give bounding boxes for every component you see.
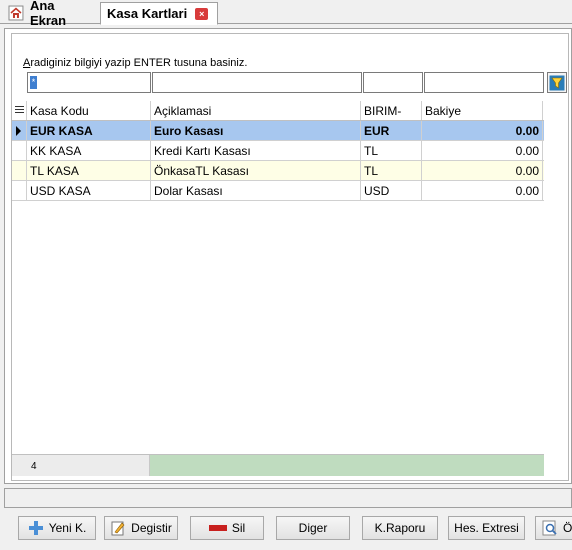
cell-bakiye[interactable]: 0.00: [422, 161, 543, 180]
header-bakiye[interactable]: Bakiye: [422, 101, 543, 120]
delete-button[interactable]: Sil: [190, 516, 264, 540]
cell-kasa-kodu[interactable]: EUR KASA: [27, 121, 151, 140]
filter-row: *: [27, 72, 545, 93]
delete-button-label: Sil: [231, 521, 246, 535]
cell-aciklama[interactable]: ÖnkasaTL Kasası: [151, 161, 361, 180]
new-button-label: Yeni K.: [48, 521, 87, 535]
cell-aciklama[interactable]: Kredi Kartı Kasası: [151, 141, 361, 160]
filter-aciklama-input[interactable]: [152, 72, 362, 93]
kasa-grid: Kasa Kodu Açiklamasi BIRIM- Bakiye EUR K…: [12, 101, 544, 201]
header-birim[interactable]: BIRIM-: [361, 101, 422, 120]
cell-bakiye[interactable]: 0.00: [422, 141, 543, 160]
cell-kasa-kodu[interactable]: USD KASA: [27, 181, 151, 200]
close-tab-icon[interactable]: ×: [195, 7, 209, 20]
tab-ana-ekran[interactable]: Ana Ekran: [2, 0, 100, 28]
grid-footer: 4: [12, 454, 544, 476]
filter-bakiye-input[interactable]: [424, 72, 544, 93]
filter-birim-input[interactable]: [363, 72, 423, 93]
filter-funnel-icon: [549, 75, 565, 90]
column-menu-icon: [15, 106, 24, 115]
cell-aciklama[interactable]: Euro Kasası: [151, 121, 361, 140]
cell-kasa-kodu[interactable]: KK KASA: [27, 141, 151, 160]
edit-button[interactable]: Degistir: [104, 516, 178, 540]
filter-kasa-kodu-input[interactable]: *: [27, 72, 151, 93]
row-indicator: [12, 181, 27, 200]
table-row[interactable]: TL KASA ÖnkasaTL Kasası TL 0.00: [12, 161, 544, 181]
grid-header: Kasa Kodu Açiklamasi BIRIM- Bakiye: [12, 101, 544, 121]
statement-button-label: Hes. Extresi: [454, 521, 519, 535]
footer-summary-area: [150, 455, 544, 476]
other-button[interactable]: Diger: [276, 516, 350, 540]
statement-button[interactable]: Hes. Extresi: [448, 516, 525, 540]
report-button-label: K.Raporu: [374, 521, 426, 535]
main-panel: [4, 28, 572, 484]
cell-aciklama[interactable]: Dolar Kasası: [151, 181, 361, 200]
home-icon: [8, 5, 24, 21]
tab-kasa-kartlari-label: Kasa Kartlari: [107, 6, 188, 21]
record-count: 4: [12, 455, 150, 476]
header-aciklama[interactable]: Açiklamasi: [151, 101, 361, 120]
magnifier-icon: [542, 520, 558, 536]
tab-bar: Ana Ekran Kasa Kartlari ×: [0, 0, 572, 28]
cell-kasa-kodu[interactable]: TL KASA: [27, 161, 151, 180]
cell-birim[interactable]: USD: [361, 181, 422, 200]
report-button[interactable]: K.Raporu: [362, 516, 438, 540]
edit-pencil-icon: [110, 520, 126, 536]
header-kasa-kodu[interactable]: Kasa Kodu: [27, 101, 151, 120]
current-row-arrow-icon: [16, 126, 21, 136]
preview-button-label: Ön: [563, 521, 572, 535]
filter-star-marker: *: [30, 76, 37, 89]
table-row[interactable]: EUR KASA Euro Kasası EUR 0.00: [12, 121, 544, 141]
preview-button[interactable]: Ön: [535, 516, 572, 540]
column-chooser[interactable]: [12, 101, 27, 120]
table-row[interactable]: USD KASA Dolar Kasası USD 0.00: [12, 181, 544, 201]
filter-button[interactable]: [547, 72, 567, 93]
status-strip: [4, 488, 572, 508]
row-indicator: [12, 161, 27, 180]
cell-birim[interactable]: EUR: [361, 121, 422, 140]
other-button-label: Diger: [298, 521, 328, 535]
plus-icon: [28, 520, 44, 536]
bottom-toolbar: Yeni K. Degistir Sil Diger K.Raporu Hes.…: [0, 512, 572, 550]
cell-bakiye[interactable]: 0.00: [422, 121, 543, 140]
table-row[interactable]: KK KASA Kredi Kartı Kasası TL 0.00: [12, 141, 544, 161]
filter-hint: Aradiginiz bilgiyi yazip ENTER tusuna ba…: [23, 57, 248, 69]
tab-ana-ekran-label: Ana Ekran: [29, 0, 67, 28]
new-button[interactable]: Yeni K.: [18, 516, 96, 540]
cell-birim[interactable]: TL: [361, 141, 422, 160]
cell-bakiye[interactable]: 0.00: [422, 181, 543, 200]
cell-birim[interactable]: TL: [361, 161, 422, 180]
minus-icon: [208, 523, 227, 533]
row-indicator: [12, 141, 27, 160]
edit-button-label: Degistir: [131, 521, 172, 535]
row-indicator: [12, 121, 27, 140]
tab-kasa-kartlari[interactable]: Kasa Kartlari ×: [100, 2, 218, 25]
